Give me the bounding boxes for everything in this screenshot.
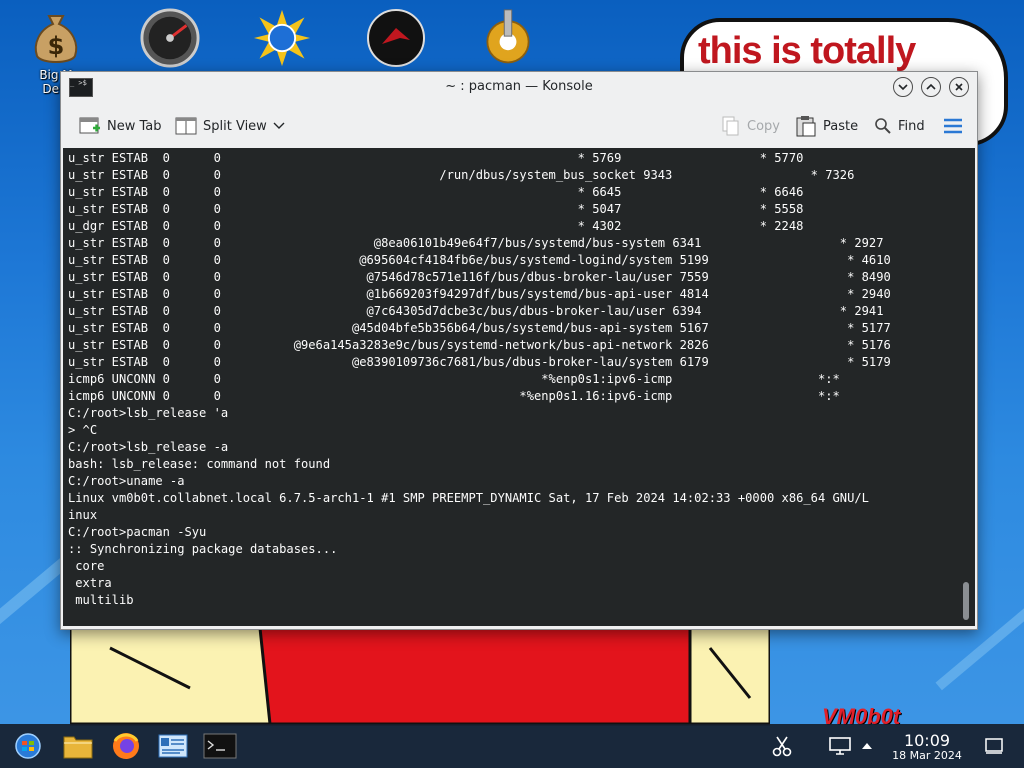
split-view-icon: [175, 117, 197, 135]
tray-scissors[interactable]: [764, 728, 800, 764]
desktop-icon-sun-globe[interactable]: [250, 8, 314, 68]
terminal-line: > ^C: [68, 423, 98, 437]
tray-expand-button[interactable]: [852, 728, 882, 764]
terminal-line: Linux vm0b0t.collabnet.local 6.7.5-arch1…: [68, 491, 869, 505]
show-desktop-icon: [985, 738, 1003, 754]
wallpaper-cartoon: [70, 628, 770, 726]
svg-text:$: $: [48, 32, 65, 60]
folder-icon: [63, 736, 93, 759]
display-icon: [829, 737, 851, 755]
konsole-window[interactable]: _ >$ ~ : pacman — Konsole New Tab Split …: [60, 71, 978, 630]
money-bag-icon: $: [26, 8, 86, 68]
taskbar-system-settings[interactable]: [155, 728, 191, 764]
paste-button[interactable]: Paste: [795, 114, 858, 138]
desktop-icon-red-disc[interactable]: [364, 8, 428, 68]
paste-icon: [796, 116, 816, 137]
terminal-view[interactable]: u_str ESTAB 0 0 * 5769 * 5770 u_str ESTA…: [63, 148, 975, 626]
wallpaper-bubble-text: this is totally: [698, 30, 916, 72]
hamburger-menu-icon: [944, 118, 962, 134]
search-icon: [875, 118, 891, 134]
taskbar-konsole[interactable]: [200, 728, 240, 764]
start-menu-button[interactable]: [10, 728, 46, 764]
new-tab-icon: [79, 117, 100, 134]
terminal-line: C:/root>lsb_release -a: [68, 440, 229, 454]
terminal-line: multilib: [68, 593, 134, 607]
terminal-line: u_str ESTAB 0 0 @695604cf4184fb6e/bus/sy…: [68, 253, 891, 267]
sun-globe-icon: [252, 8, 312, 68]
terminal-line: u_str ESTAB 0 0 @9e6a145a3283e9c/bus/sys…: [68, 338, 891, 352]
terminal-line: u_str ESTAB 0 0 * 6645 * 6646: [68, 185, 804, 199]
terminal-line: u_str ESTAB 0 0 @e8390109736c7681/bus/db…: [68, 355, 891, 369]
desktop-icon-speedometer[interactable]: [138, 8, 202, 68]
terminal-line: extra: [75, 576, 112, 590]
taskbar: [0, 724, 1024, 768]
terminal-line: u_str ESTAB 0 0 @7c64305d7dcbe3c/bus/dbu…: [68, 304, 884, 318]
terminal-line: core: [75, 559, 105, 573]
hamburger-menu-button[interactable]: [943, 114, 963, 138]
terminal-line: u_str ESTAB 0 0 @8ea06101b49e64f7/bus/sy…: [68, 236, 884, 250]
gear-icon: [478, 8, 538, 68]
konsole-toolbar: New Tab Split View Copy Paste Find: [61, 104, 977, 148]
chevron-down-icon: [273, 122, 285, 129]
settings-panel-icon: [158, 734, 188, 758]
copy-icon: [722, 116, 739, 136]
window-titlebar[interactable]: _ >$ ~ : pacman — Konsole: [61, 72, 977, 102]
terminal-scrollbar[interactable]: [963, 582, 969, 620]
start-orb-icon: [15, 733, 41, 759]
copy-button[interactable]: Copy: [721, 114, 780, 138]
desktop-icon-gear[interactable]: [476, 8, 540, 68]
maximize-button[interactable]: [921, 77, 941, 97]
new-tab-label: New Tab: [107, 118, 162, 134]
terminal-line: u_str ESTAB 0 0 /run/dbus/system_bus_soc…: [68, 168, 855, 182]
tray-expand-icon: [862, 743, 872, 749]
terminal-line: icmp6 UNCONN 0 0 *%enp0s1.16:ipv6-icmp *…: [68, 389, 840, 403]
clock-date[interactable]: 18 Mar 2024: [884, 749, 970, 762]
terminal-line: :: Synchronizing package databases...: [68, 542, 338, 556]
terminal-line: u_dgr ESTAB 0 0 * 4302 * 2248: [68, 219, 804, 233]
new-tab-button[interactable]: New Tab: [79, 114, 162, 138]
firefox-icon: [113, 733, 139, 759]
terminal-line: C:/root>uname -a: [68, 474, 185, 488]
terminal-line: icmp6 UNCONN 0 0 *%enp0s1:ipv6-icmp *:*: [68, 372, 840, 386]
paste-label: Paste: [823, 118, 859, 134]
split-view-label: Split View: [203, 118, 267, 134]
terminal-line: C:/root>lsb_release 'a: [68, 406, 229, 420]
terminal-line: inux: [68, 508, 98, 522]
taskbar-file-manager[interactable]: [60, 728, 96, 764]
find-label: Find: [898, 118, 925, 134]
close-button[interactable]: [949, 77, 969, 97]
terminal-line: u_str ESTAB 0 0 * 5047 * 5558: [68, 202, 804, 216]
terminal-icon: [203, 733, 237, 759]
terminal-line: u_str ESTAB 0 0 @1b669203f94297df/bus/sy…: [68, 287, 891, 301]
taskbar-firefox[interactable]: [108, 728, 144, 764]
show-desktop-button[interactable]: [976, 728, 1012, 764]
terminal-line: bash: lsb_release: command not found: [68, 457, 331, 471]
chevron-up-icon: [926, 83, 936, 90]
terminal-output: u_str ESTAB 0 0 * 5769 * 5770 u_str ESTA…: [68, 150, 891, 609]
scissors-icon: [772, 736, 792, 757]
minimize-button[interactable]: [893, 77, 913, 97]
speedometer-icon: [140, 8, 200, 68]
copy-label: Copy: [747, 118, 780, 134]
find-button[interactable]: Find: [874, 114, 925, 138]
close-icon: [955, 83, 963, 91]
window-title: ~ : pacman — Konsole: [445, 79, 593, 94]
chevron-down-icon: [898, 84, 908, 91]
terminal-line: u_str ESTAB 0 0 @45d04bfe5b356b64/bus/sy…: [68, 321, 891, 335]
terminal-line: u_str ESTAB 0 0 @7546d78c571e116f/bus/db…: [68, 270, 891, 284]
split-view-button[interactable]: Split View: [175, 114, 285, 138]
terminal-line: u_str ESTAB 0 0 * 5769 * 5770: [68, 151, 804, 165]
terminal-line: C:/root>pacman -Syu: [68, 525, 207, 539]
red-disc-icon: [366, 8, 426, 68]
clock-time[interactable]: 10:09: [892, 731, 962, 750]
